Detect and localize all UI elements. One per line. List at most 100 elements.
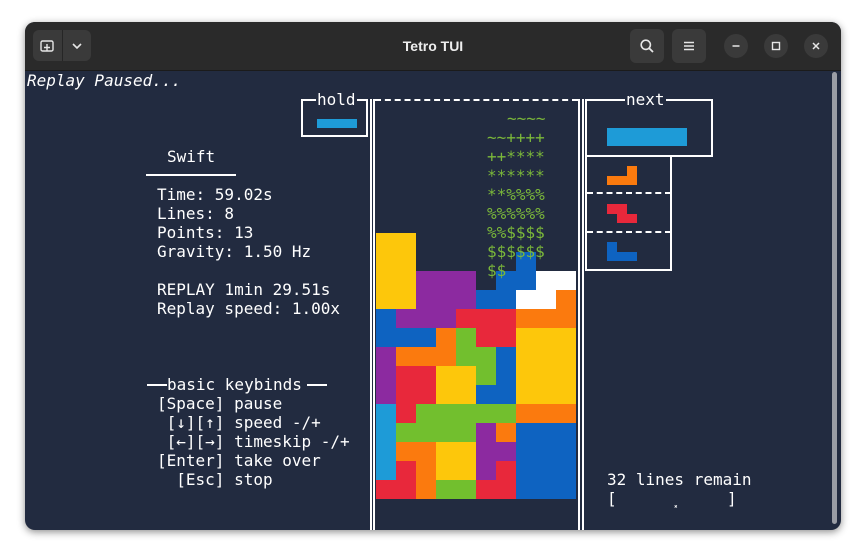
maximize-icon [771, 41, 781, 51]
ascii-row: **%%%% [487, 185, 545, 204]
replay-speed: Replay speed: 1.00x [157, 299, 341, 318]
board-cell [456, 271, 476, 290]
board-cell [456, 347, 476, 366]
board-cell [536, 328, 556, 347]
ascii-row: %%$$$$ [487, 223, 545, 242]
points-stat: Points: 13 [157, 223, 254, 242]
next-label: next [625, 90, 666, 109]
hold-label: hold [316, 90, 357, 109]
next-divider [587, 231, 671, 233]
board-cell [496, 385, 516, 404]
terminal-area[interactable]: Replay Paused... hold next ~~~~ ~~++++ ++*… [25, 70, 841, 530]
search-button[interactable] [630, 29, 664, 63]
board-cell [456, 404, 476, 423]
menu-button[interactable] [672, 29, 706, 63]
hold-piece-i [317, 119, 357, 128]
board-cell [476, 309, 496, 328]
board-cell [396, 423, 416, 442]
board-cell [496, 404, 516, 423]
minimize-button[interactable] [724, 34, 748, 58]
board-cell [476, 423, 496, 442]
close-button[interactable] [804, 34, 828, 58]
board-cell [396, 385, 416, 404]
board-cell [496, 366, 516, 385]
board-cell [536, 480, 556, 499]
board-cell [456, 309, 476, 328]
board-cell [416, 271, 436, 290]
scrollbar[interactable] [832, 72, 837, 524]
ascii-row: ~~~~ [507, 109, 546, 128]
board-cell [516, 328, 536, 347]
board-cell [436, 366, 456, 385]
board-cell [456, 290, 476, 309]
board-cell [556, 385, 576, 404]
board-cell [376, 366, 396, 385]
next-piece-l [607, 166, 637, 185]
board-cell [456, 480, 476, 499]
board-cell [556, 404, 576, 423]
board-cell [556, 347, 576, 366]
board-cell [416, 404, 436, 423]
board-cell [376, 480, 396, 499]
board-cell [456, 328, 476, 347]
board-cell [556, 328, 576, 347]
playfield [376, 119, 576, 499]
maximize-button[interactable] [764, 34, 788, 58]
ascii-row: $$ [487, 261, 507, 280]
board-cell [396, 290, 416, 309]
board-cell [556, 366, 576, 385]
board-cell [396, 233, 416, 252]
mini-cell [607, 252, 637, 261]
board-cell [376, 423, 396, 442]
minimize-icon [732, 45, 740, 47]
board-cell [496, 480, 516, 499]
ascii-row: ++**** [487, 147, 545, 166]
board-cell [376, 271, 396, 290]
board-cell [416, 347, 436, 366]
keybind-stop: [Esc] stop [157, 470, 273, 489]
board-cell [396, 366, 416, 385]
next-piece-z [607, 204, 637, 223]
board-cell [536, 404, 556, 423]
board-border-right [578, 99, 580, 530]
board-cell [536, 461, 556, 480]
progress-bracket-right: ] [727, 489, 737, 508]
board-cell [516, 404, 536, 423]
board-cell [456, 442, 476, 461]
terminal-window: Tetro TUI Replay Paused... hold next ~~~… [25, 22, 841, 530]
board-cell [396, 442, 416, 461]
time-stat: Time: 59.02s [157, 185, 273, 204]
keybind-timeskip: [←][→] timeskip -/+ [157, 432, 350, 451]
board-border-right [582, 99, 584, 530]
keybinds-title: basic keybinds [167, 375, 302, 394]
board-cell [556, 480, 576, 499]
board-cell [436, 480, 456, 499]
board-cell [476, 461, 496, 480]
board-cell [456, 423, 476, 442]
board-cell [476, 290, 496, 309]
keybind-pause: [Space] pause [157, 394, 283, 413]
board-cell [436, 309, 456, 328]
board-cell [376, 252, 396, 271]
board-cell [436, 290, 456, 309]
next-divider [587, 192, 671, 194]
board-cell [496, 328, 516, 347]
board-cell [516, 423, 536, 442]
board-cell [396, 404, 416, 423]
ascii-row: ~~++++ [487, 128, 545, 147]
mini-cell [617, 214, 637, 223]
progress-marker: ⸼ [674, 489, 679, 508]
board-cell [396, 347, 416, 366]
next-piece-i [607, 128, 687, 146]
next-piece-j [607, 242, 637, 261]
board-cell [536, 442, 556, 461]
board-border-left [373, 99, 375, 530]
board-cell [436, 461, 456, 480]
ascii-row: $$$$$$ [487, 242, 545, 261]
board-cell [436, 328, 456, 347]
board-cell [536, 385, 556, 404]
mini-cell [627, 166, 637, 176]
board-cell [476, 385, 496, 404]
board-cell [516, 271, 536, 290]
close-icon [812, 42, 820, 50]
